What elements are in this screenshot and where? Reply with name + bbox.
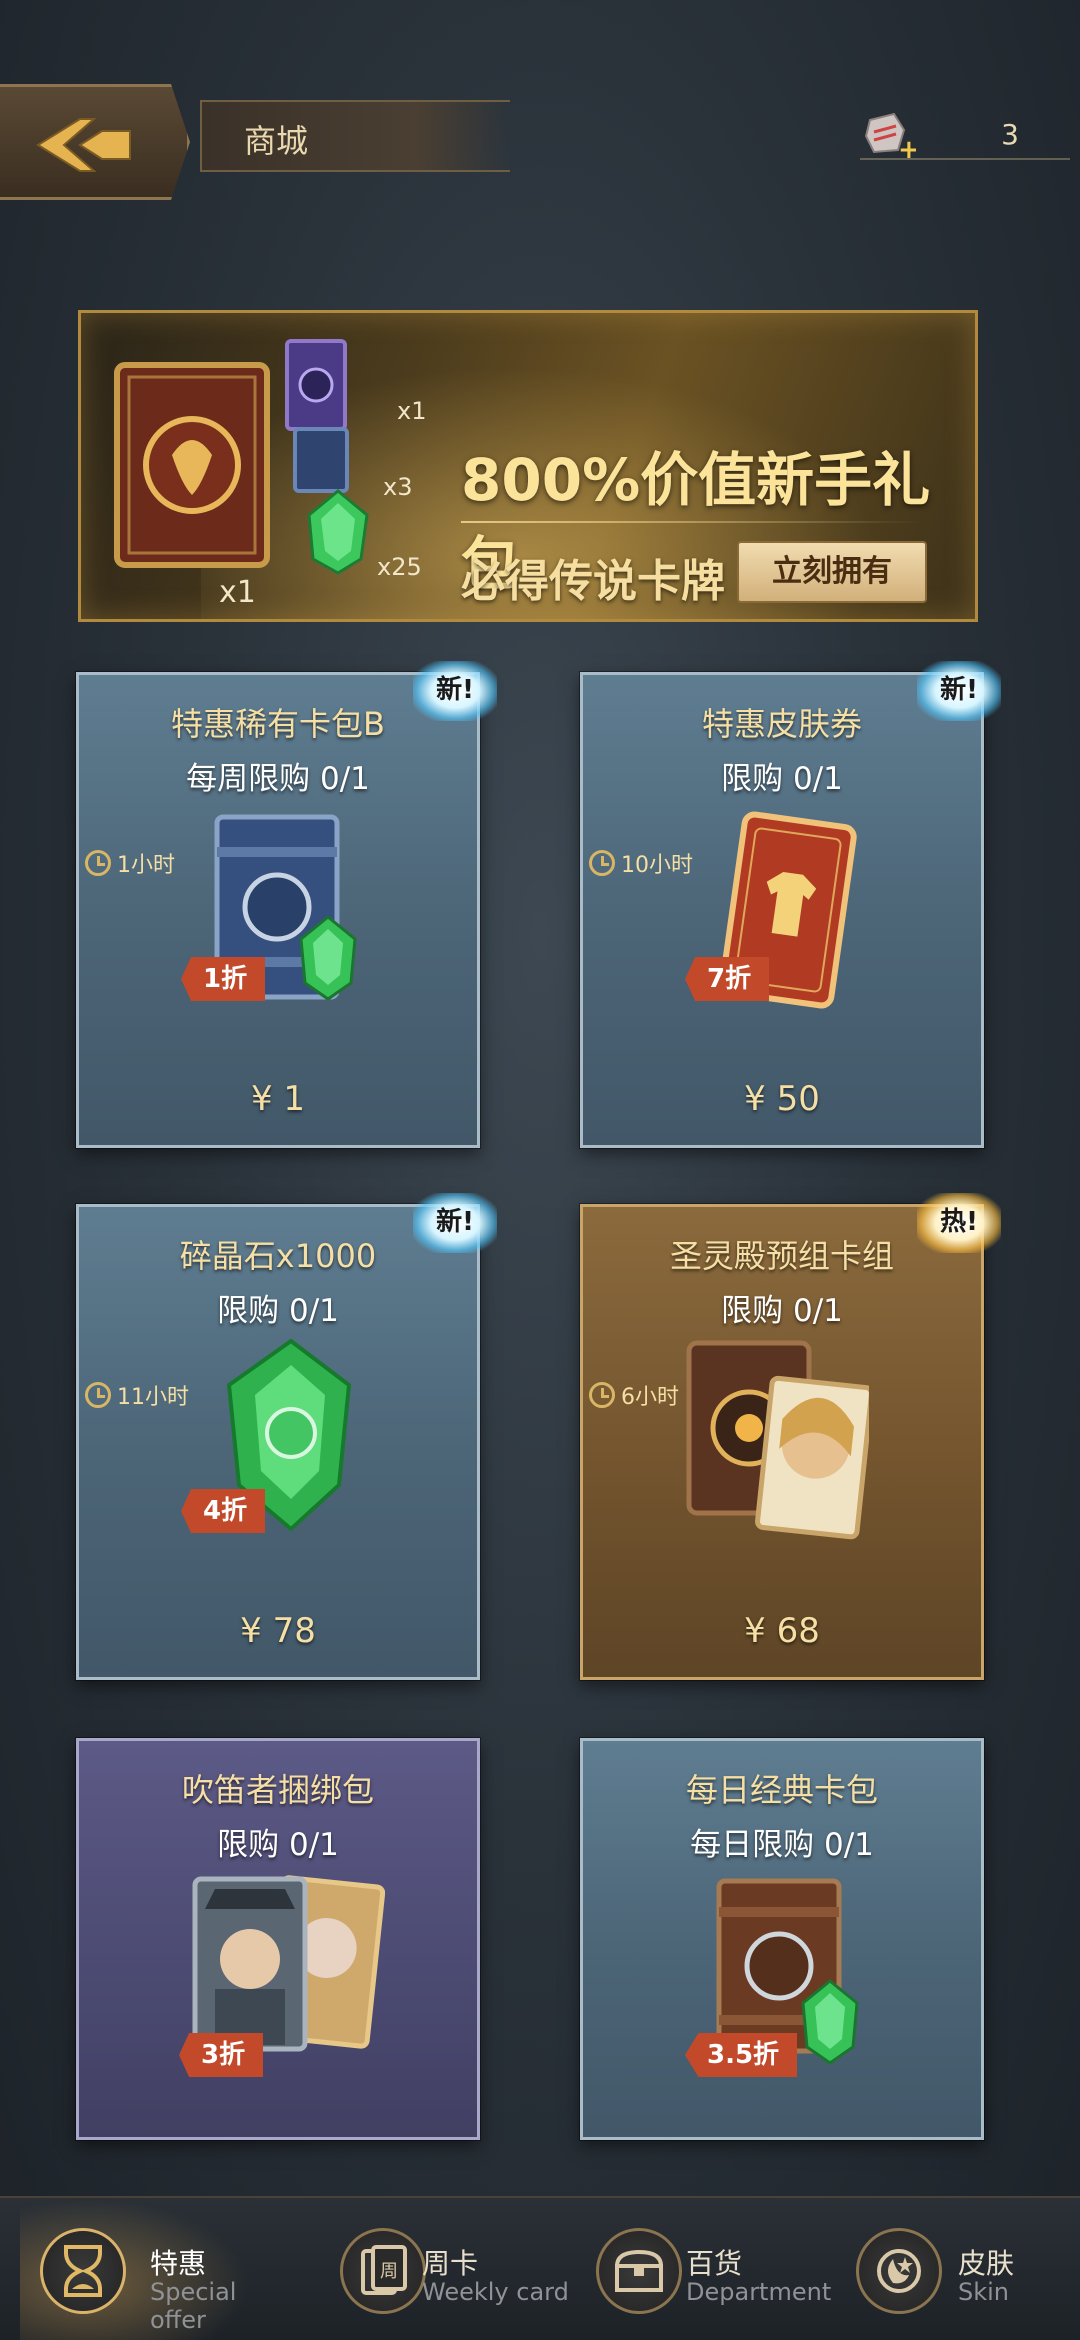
offer-price[interactable]: ¥ 1 bbox=[79, 1079, 477, 1119]
tab-skin[interactable]: 皮肤 Skin bbox=[810, 2198, 1080, 2340]
offer-price[interactable]: ¥ 68 bbox=[583, 1611, 981, 1651]
hero-cards-icon bbox=[192, 1875, 385, 2052]
currency-value: 3 bbox=[1001, 118, 1019, 151]
rare-pack-multiplier: x3 bbox=[383, 473, 413, 501]
offer-timer: 1小时 bbox=[85, 847, 175, 879]
page-title: 商城 bbox=[244, 122, 309, 160]
offer-timer-text: 10小时 bbox=[621, 853, 693, 878]
discount-tag: 4折 bbox=[181, 1489, 266, 1533]
offer-card-piper-bundle[interactable]: 吹笛者捆绑包 限购 0/1 3折 bbox=[76, 1738, 480, 2140]
legendary-card-pack-icon bbox=[114, 362, 270, 568]
skin-icon bbox=[856, 2228, 942, 2314]
tab-sublabel: Skin bbox=[958, 2278, 1010, 2306]
hot-badge: 热! bbox=[917, 1193, 1001, 1253]
shard-currency-icon: + bbox=[864, 112, 916, 160]
newbie-pack-banner[interactable]: x1 x1 x3 x25 800%价值新手礼包 必得传说卡牌 立刻拥有 bbox=[78, 310, 978, 622]
offer-price[interactable]: ¥ 78 bbox=[79, 1611, 477, 1651]
discount-tag: 7折 bbox=[685, 957, 770, 1001]
bottom-nav: 特惠 Special offer 周 周卡 Weekly card 百货 Dep… bbox=[0, 2196, 1080, 2340]
offer-title: 每日经典卡包 bbox=[685, 1771, 878, 1809]
offer-limit: 限购 0/1 bbox=[721, 761, 843, 797]
weekly-card-icon: 周 bbox=[340, 2228, 426, 2314]
offer-timer-text: 11小时 bbox=[117, 1385, 189, 1410]
banner-subtitle: 必得传说卡牌 bbox=[461, 556, 725, 607]
offer-timer-text: 6小时 bbox=[621, 1385, 679, 1410]
offer-limit: 限购 0/1 bbox=[217, 1827, 339, 1863]
offer-limit: 每日限购 0/1 bbox=[690, 1827, 874, 1863]
discount-tag: 1折 bbox=[181, 957, 266, 1001]
offer-timer-text: 1小时 bbox=[117, 853, 175, 878]
offer-limit: 限购 0/1 bbox=[721, 1293, 843, 1329]
tab-department[interactable]: 百货 Department bbox=[560, 2198, 831, 2340]
new-badge: 新! bbox=[413, 1193, 497, 1253]
chest-icon bbox=[596, 2228, 682, 2314]
buy-now-button[interactable]: 立刻拥有 bbox=[737, 541, 927, 603]
offer-card-crystal-shards[interactable]: 碎晶石x1000 限购 0/1 11小时 4折 ¥ 78 新! bbox=[76, 1193, 497, 1680]
offer-limit: 每周限购 0/1 bbox=[186, 761, 370, 797]
tab-weekly-card[interactable]: 周 周卡 Weekly card bbox=[300, 2198, 570, 2340]
new-badge: 新! bbox=[917, 661, 1001, 721]
offer-timer: 6小时 bbox=[589, 1379, 679, 1411]
offer-limit: 限购 0/1 bbox=[217, 1293, 339, 1329]
clock-icon bbox=[85, 1382, 111, 1408]
hourglass-icon bbox=[40, 2228, 126, 2314]
clock-icon bbox=[589, 850, 615, 876]
discount-tag: 3.5折 bbox=[685, 2033, 798, 2077]
offer-card-skin-voucher[interactable]: 特惠皮肤券 限购 0/1 10小时 7折 ¥ 50 新! bbox=[580, 661, 1001, 1148]
epic-pack-multiplier: x1 bbox=[397, 397, 427, 425]
gem-icon bbox=[307, 489, 369, 575]
top-bar: 商城 + 3 bbox=[0, 0, 1080, 200]
page-title-box: 商城 bbox=[200, 100, 510, 172]
offer-card-preset-deck[interactable]: 圣灵殿预组卡组 限购 0/1 6小时 ¥ 68 热! bbox=[580, 1193, 1001, 1680]
tab-sublabel: Special offer bbox=[150, 2278, 237, 2334]
tab-label: 皮肤 bbox=[958, 2247, 1015, 2280]
offer-timer: 11小时 bbox=[85, 1379, 189, 1411]
back-button[interactable] bbox=[0, 84, 190, 200]
tab-label: 特惠 bbox=[150, 2247, 207, 2280]
back-arrow-icon bbox=[36, 118, 131, 172]
rare-card-pack-icon bbox=[293, 427, 349, 493]
gem-icon bbox=[801, 1979, 859, 2065]
offer-timer: 10小时 bbox=[589, 847, 693, 879]
svg-text:周: 周 bbox=[380, 2261, 398, 2282]
gem-icon bbox=[299, 915, 357, 1001]
epic-card-pack-icon bbox=[285, 339, 347, 431]
currency-display[interactable]: + 3 bbox=[860, 110, 1070, 160]
offer-title: 吹笛者捆绑包 bbox=[181, 1771, 374, 1809]
offer-card-rare-pack[interactable]: 特惠稀有卡包B 每周限购 0/1 1小时 1折 ¥ 1 新! bbox=[76, 661, 497, 1148]
gem-multiplier: x25 bbox=[377, 553, 422, 581]
main-pack-multiplier: x1 bbox=[219, 575, 256, 610]
svg-text:+: + bbox=[898, 135, 916, 160]
discount-tag: 3折 bbox=[179, 2033, 264, 2077]
banner-divider bbox=[461, 521, 921, 523]
tab-label: 周卡 bbox=[422, 2247, 479, 2280]
offer-card-daily-pack[interactable]: 每日经典卡包 每日限购 0/1 3.5折 bbox=[580, 1738, 984, 2140]
clock-icon bbox=[589, 1382, 615, 1408]
offer-price[interactable]: ¥ 50 bbox=[583, 1079, 981, 1119]
deck-icon bbox=[686, 1340, 869, 1540]
new-badge: 新! bbox=[413, 661, 497, 721]
clock-icon bbox=[85, 850, 111, 876]
tab-sublabel: Weekly card bbox=[422, 2278, 569, 2306]
tab-special-offer[interactable]: 特惠 Special offer bbox=[0, 2198, 270, 2340]
tab-label: 百货 bbox=[686, 2247, 743, 2280]
